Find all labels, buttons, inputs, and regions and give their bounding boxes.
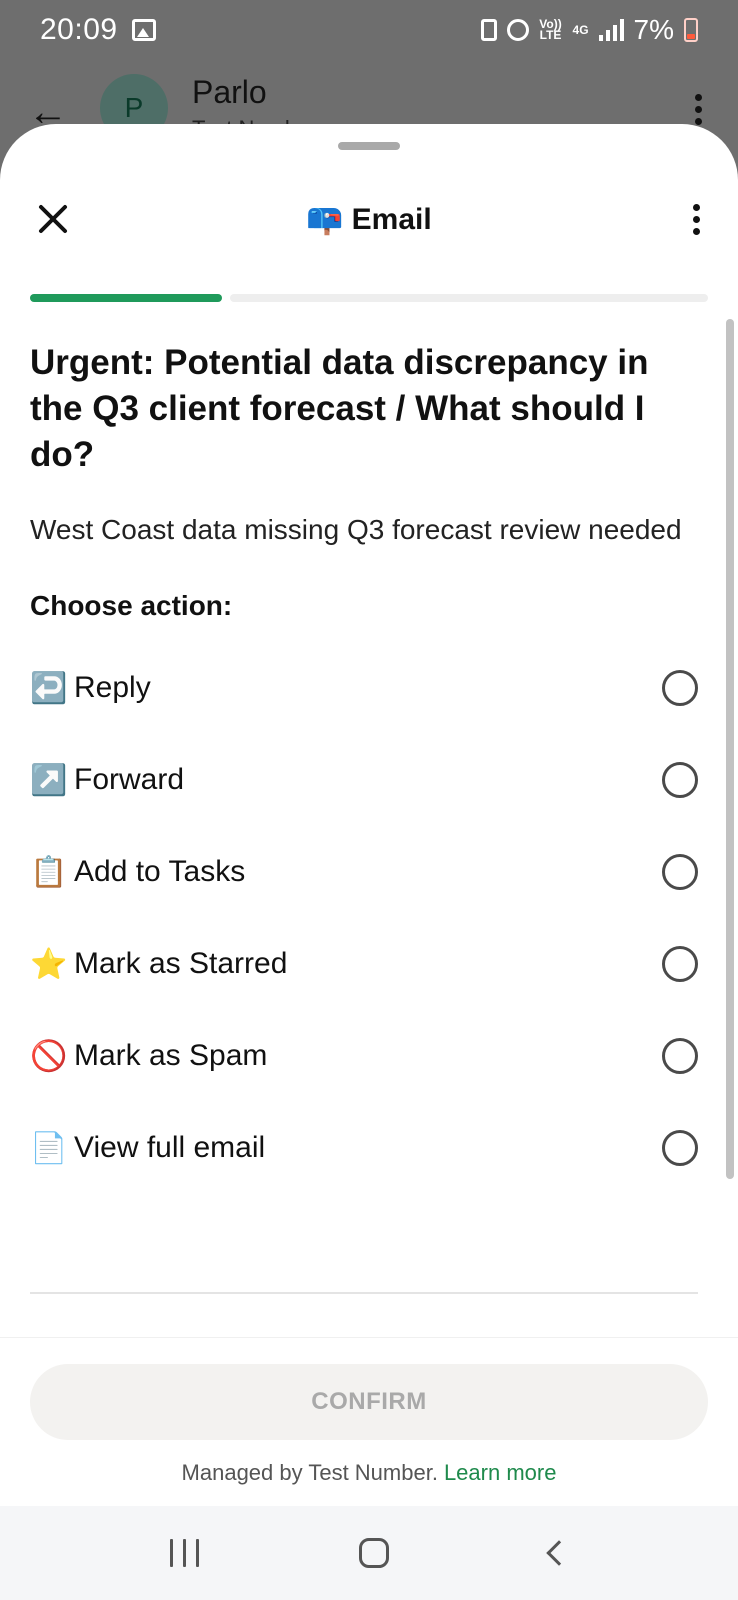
- option-label: Add to Tasks: [74, 855, 246, 888]
- prohibited-icon: 🚫: [30, 1039, 68, 1073]
- option-add-to-tasks[interactable]: 📋 Add to Tasks: [30, 826, 698, 918]
- option-label: Reply: [74, 671, 151, 704]
- progress-remaining: [230, 294, 708, 302]
- sheet-content: Urgent: Potential data discrepancy in th…: [30, 340, 698, 1194]
- option-label: Mark as Starred: [74, 947, 288, 980]
- option-mark-starred[interactable]: ⭐ Mark as Starred: [30, 918, 698, 1010]
- action-options: ↩️ Reply ↗️ Forward 📋 Add to Tasks ⭐ Mar…: [30, 642, 698, 1194]
- volte-label: Vo)) LTE: [539, 17, 562, 42]
- confirm-button[interactable]: CONFIRM: [30, 1364, 708, 1440]
- option-label: Forward: [74, 763, 185, 796]
- radio-mark-spam[interactable]: [662, 1038, 698, 1074]
- status-time: 20:09: [40, 13, 118, 46]
- managed-by-line: Managed by Test Number. Learn more: [0, 1460, 738, 1486]
- gallery-icon: [131, 19, 156, 41]
- recents-icon[interactable]: [170, 1539, 200, 1567]
- chat-more-icon[interactable]: [694, 94, 702, 125]
- back-icon[interactable]: [546, 1540, 572, 1566]
- managed-by-text: Managed by Test Number.: [181, 1460, 438, 1485]
- learn-more-link[interactable]: Learn more: [444, 1460, 557, 1485]
- sheet-title: 📪 Email: [0, 202, 738, 237]
- divider: [30, 1292, 698, 1294]
- radio-view-full-email[interactable]: [662, 1130, 698, 1166]
- sheet-more-icon[interactable]: [693, 204, 700, 235]
- sync-icon: [480, 19, 497, 41]
- screen: 20:09 Vo)) LTE 4G 7% ← P Parlo Test Numb…: [0, 0, 738, 1600]
- radio-mark-starred[interactable]: [662, 946, 698, 982]
- sheet-header: 📪 Email: [0, 194, 738, 254]
- hotspot-icon: [506, 19, 529, 41]
- network-4g-label: 4G: [572, 22, 589, 37]
- scrollbar[interactable]: [726, 319, 734, 1179]
- forward-icon: ↗️: [30, 763, 68, 797]
- progress-fill: [30, 294, 222, 302]
- footer-divider: [0, 1337, 738, 1338]
- chat-name: Parlo: [192, 74, 267, 110]
- document-icon: 📄: [30, 1131, 68, 1165]
- clipboard-icon: 📋: [30, 855, 68, 889]
- bottom-sheet: 📪 Email Urgent: Potential data discrepan…: [0, 124, 738, 1600]
- signal-icon: [598, 19, 624, 41]
- drag-handle[interactable]: [338, 142, 400, 150]
- status-bar: 20:09 Vo)) LTE 4G 7%: [0, 0, 738, 60]
- radio-add-to-tasks[interactable]: [662, 854, 698, 890]
- star-icon: ⭐: [30, 947, 68, 981]
- choose-action-label: Choose action:: [30, 590, 233, 621]
- option-label: Mark as Spam: [74, 1039, 268, 1072]
- option-mark-spam[interactable]: 🚫 Mark as Spam: [30, 1010, 698, 1102]
- option-reply[interactable]: ↩️ Reply: [30, 642, 698, 734]
- radio-reply[interactable]: [662, 670, 698, 706]
- option-forward[interactable]: ↗️ Forward: [30, 734, 698, 826]
- avatar-letter: P: [124, 92, 144, 123]
- email-summary: West Coast data missing Q3 forecast revi…: [30, 514, 682, 545]
- progress-bar: [30, 294, 708, 302]
- email-subject: Urgent: Potential data discrepancy in th…: [30, 343, 649, 474]
- home-icon[interactable]: [359, 1538, 390, 1568]
- radio-forward[interactable]: [662, 762, 698, 798]
- option-label: View full email: [74, 1131, 266, 1164]
- sheet-title-text: Email: [351, 202, 432, 236]
- battery-icon: [684, 18, 698, 42]
- reply-icon: ↩️: [30, 671, 68, 705]
- system-nav-bar: [0, 1506, 738, 1600]
- option-view-full-email[interactable]: 📄 View full email: [30, 1102, 698, 1194]
- battery-percent: 7%: [633, 14, 674, 45]
- mailbox-icon: 📪: [306, 203, 344, 236]
